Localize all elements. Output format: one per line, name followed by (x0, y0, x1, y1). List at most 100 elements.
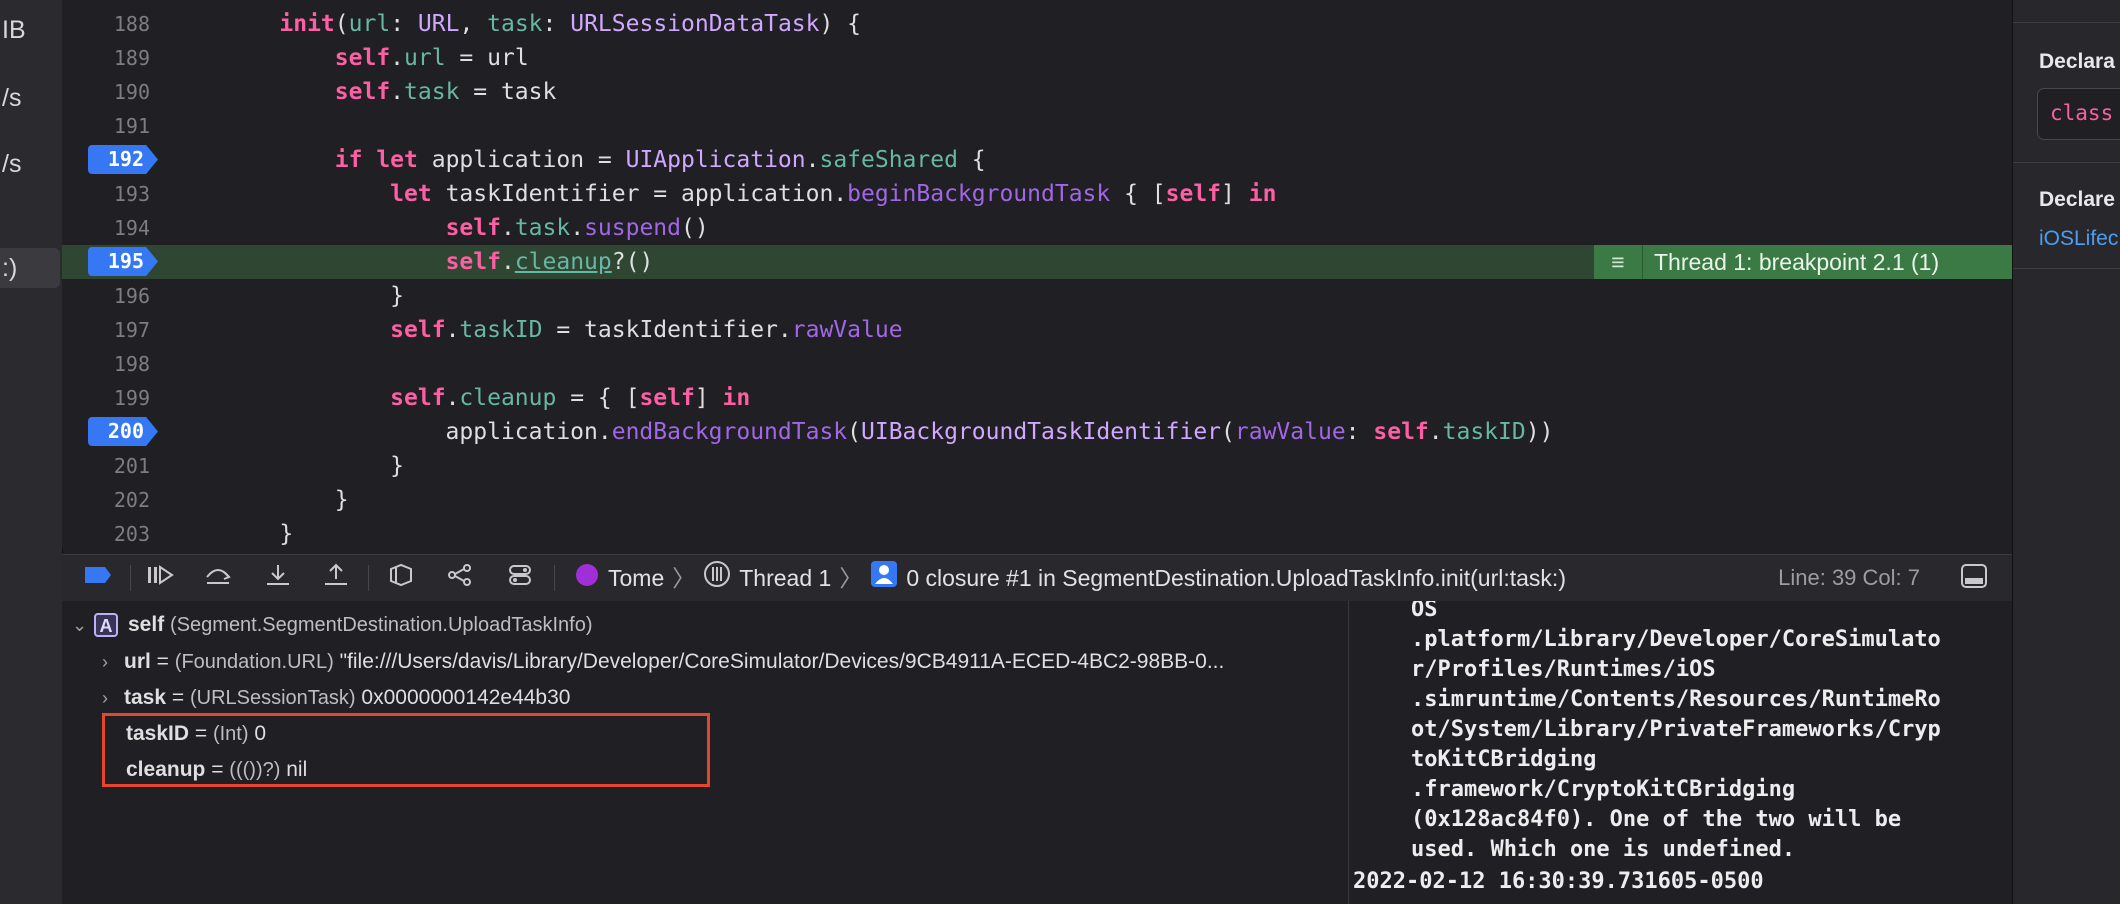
inspector-divider (2013, 162, 2120, 163)
breadcrumb-frame[interactable]: 0 closure #1 in SegmentDestination.Uploa… (906, 565, 1566, 591)
line-number[interactable]: 194 (62, 211, 150, 245)
variable-type: (Foundation.URL) (174, 651, 334, 673)
code-text: } (224, 283, 405, 309)
step-into-icon[interactable] (262, 563, 294, 593)
line-number[interactable]: 188 (62, 7, 150, 41)
code-text: application.endBackgroundTask(UIBackgrou… (224, 419, 1554, 445)
thread-breakpoint-annotation[interactable]: ≡ Thread 1: breakpoint 2.1 (1) (1594, 245, 2012, 279)
navigator-item[interactable]: /s (0, 78, 60, 118)
line-number[interactable]: 191 (62, 109, 150, 143)
inspector-heading: Declara (2039, 50, 2115, 73)
line-number[interactable]: 197 (62, 313, 150, 347)
continue-icon[interactable] (144, 563, 176, 593)
debug-console[interactable]: OS .platform/Library/Developer/CoreSimul… (1348, 601, 2013, 904)
chevron-right-icon: 〉 (672, 565, 696, 591)
console-line: .simruntime/Contents/Resources/RuntimeRo (1411, 687, 1941, 712)
line-number[interactable]: 196 (62, 279, 150, 313)
code-text: self.task = task (334, 79, 557, 105)
view-hierarchy-icon[interactable] (384, 563, 416, 593)
highlight-annotation-box (102, 713, 710, 787)
app-target-icon (574, 557, 600, 603)
variable-name: task (124, 686, 167, 709)
code-text: if let application = UIApplication.safeS… (334, 147, 986, 173)
breadcrumb-thread[interactable]: Thread 1 (739, 565, 831, 591)
variable-type: (Segment.SegmentDestination.UploadTaskIn… (170, 614, 593, 636)
code-line: 196 } (62, 279, 2012, 313)
chevron-right-icon[interactable]: › (102, 645, 124, 680)
toolbar-divider (368, 565, 369, 591)
chevron-down-icon[interactable]: ⌄ (72, 608, 94, 643)
list-icon: ≡ (1594, 245, 1643, 279)
variable-value: 0x0000000142e44b30 (361, 686, 571, 709)
line-number[interactable]: 189 (62, 41, 150, 75)
toolbar-divider (554, 565, 555, 591)
memory-graph-icon[interactable] (444, 563, 476, 593)
console-toggle-icon[interactable] (1958, 563, 1990, 593)
console-line: 2022-02-12 16:30:39.731605-0500 (1353, 869, 1764, 894)
declaration-text: class (2050, 101, 2114, 125)
line-number[interactable]: 201 (62, 449, 150, 483)
variable-type: (URLSessionTask) (189, 687, 356, 709)
code-line: 194 self.task.suspend() (62, 211, 2012, 245)
chevron-right-icon: 〉 (839, 565, 863, 591)
environment-overrides-icon[interactable] (504, 563, 536, 593)
toolbar-divider (130, 565, 131, 591)
code-line: 189 self.url = url (62, 41, 2012, 75)
variable-row-self[interactable]: ⌄ Aself (Segment.SegmentDestination.Uploa… (72, 607, 592, 642)
console-line: (0x128ac84f0). One of the two will be (1411, 807, 1902, 832)
line-number[interactable]: 202 (62, 483, 150, 517)
breadcrumb-target[interactable]: Tome (608, 565, 664, 591)
console-line: .platform/Library/Developer/CoreSimulato (1411, 627, 1941, 652)
declared-in-link[interactable]: iOSLifec (2039, 227, 2118, 251)
code-line: 188 init(url: URL, task: URLSessionDataT… (62, 7, 2012, 41)
inspector-divider (2013, 22, 2120, 23)
breakpoint-marker[interactable]: 195 (88, 247, 158, 276)
console-line: toKitCBridging (1411, 747, 1597, 772)
code-line: 203 } (62, 517, 2012, 548)
line-number[interactable]: 199 (62, 381, 150, 415)
code-line: 201 } (62, 449, 2012, 483)
line-number[interactable]: 203 (62, 517, 150, 548)
breakpoints-toggle-icon[interactable] (82, 563, 114, 593)
variables-view: ⌄ Aself (Segment.SegmentDestination.Uploa… (62, 601, 1348, 904)
user-frame-icon (870, 557, 898, 603)
console-line: OS (1411, 601, 1438, 622)
variable-row[interactable]: › url = (Foundation.URL) "file:///Users/d… (102, 644, 1224, 679)
code-line: 193 let taskIdentifier = application.beg… (62, 177, 2012, 211)
console-line: used. Which one is undefined. (1411, 837, 1796, 862)
code-line: 191 (62, 109, 2012, 143)
thread-annotation-text: Thread 1: breakpoint 2.1 (1) (1654, 249, 1940, 275)
variable-row[interactable]: › task = (URLSessionTask) 0x0000000142e44… (102, 680, 570, 715)
code-text: self.cleanup = { [self] in (390, 385, 751, 411)
code-text: } (224, 521, 294, 547)
navigator-item[interactable]: IB (0, 10, 60, 50)
code-text: let taskIdentifier = application.beginBa… (390, 181, 1277, 207)
code-text: self.task.suspend() (445, 215, 709, 241)
navigator-item[interactable]: /s (0, 144, 60, 184)
console-line: .framework/CryptoKitCBridging (1411, 777, 1796, 802)
debug-bar: Tome 〉 Thread 1 〉 0 closure #1 in SegmentDes… (62, 554, 2012, 602)
breakpoint-marker[interactable]: 200 (88, 417, 158, 446)
code-editor[interactable]: 188 init(url: URL, task: URLSessionDataT… (62, 0, 2012, 548)
console-line: ot/System/Library/PrivateFrameworks/Cryp (1411, 717, 1941, 742)
thread-icon (703, 557, 731, 603)
navigator-item-selected[interactable]: :) (0, 248, 60, 288)
line-number[interactable]: 190 (62, 75, 150, 109)
class-icon: A (94, 613, 118, 638)
step-over-icon[interactable] (202, 563, 234, 593)
code-text: init(url: URL, task: URLSessionDataTask)… (279, 11, 862, 37)
line-number[interactable]: 198 (62, 347, 150, 381)
code-line: 199 self.cleanup = { [self] in (62, 381, 2012, 415)
step-out-icon[interactable] (320, 563, 352, 593)
chevron-right-icon[interactable]: › (102, 681, 124, 716)
breakpoint-marker[interactable]: 192 (88, 145, 158, 174)
code-text: } (224, 487, 349, 513)
code-text: self.url = url (334, 45, 529, 71)
variable-value: "file:///Users/davis/Library/Developer/C… (339, 650, 1225, 673)
inspector-panel: Declara class Declare iOSLifec (2012, 0, 2120, 904)
code-line: 198 (62, 347, 2012, 381)
line-number[interactable]: 193 (62, 177, 150, 211)
current-execution-line: 195 self.cleanup?() ≡ Thread 1: breakpoi… (62, 245, 2012, 279)
code-line: 202 } (62, 483, 2012, 517)
console-line: r/Profiles/Runtimes/iOS (1411, 657, 1716, 682)
